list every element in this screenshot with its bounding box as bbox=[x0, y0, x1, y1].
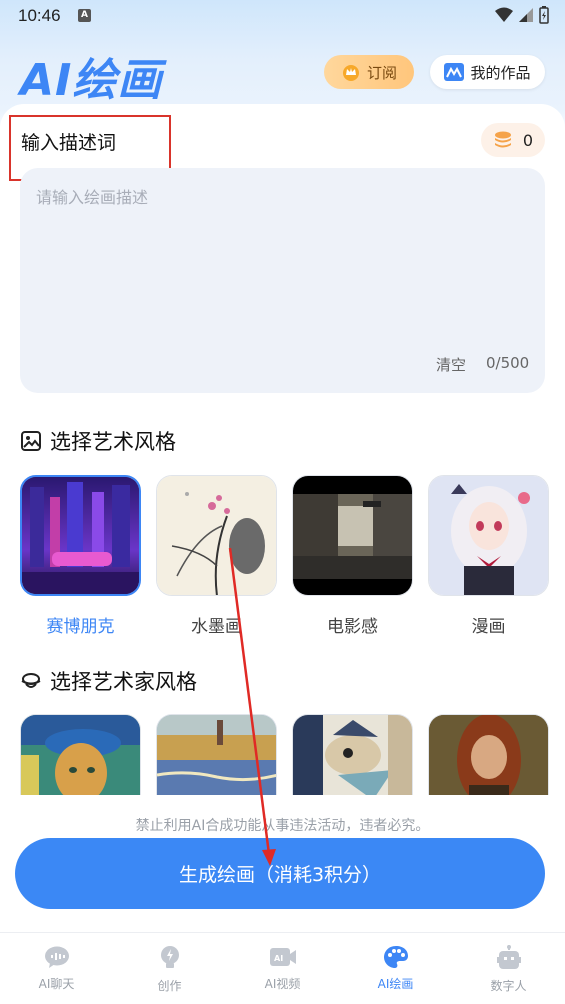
svg-text:AI: AI bbox=[274, 954, 283, 963]
prompt-box: 清空 0/500 bbox=[20, 168, 545, 393]
style-label: 电影感 bbox=[327, 617, 378, 637]
style-option-cyberpunk[interactable]: 赛博朋克 bbox=[20, 475, 141, 637]
app-logo: AI绘画 bbox=[20, 55, 163, 106]
lightbulb-icon bbox=[160, 946, 179, 968]
style-label: 水墨画 bbox=[191, 617, 242, 637]
credits-count: 0 bbox=[522, 130, 534, 150]
bottom-tab-bar: AI聊天 创作 AI AI视频 AI绘画 数字人 bbox=[0, 932, 565, 1004]
coin-stack-icon bbox=[494, 131, 511, 148]
artist-option-da-vinci[interactable] bbox=[428, 714, 549, 804]
artist-thumbnail bbox=[20, 714, 141, 804]
crown-icon bbox=[342, 65, 359, 81]
artist-style-list bbox=[20, 714, 549, 804]
artist-thumbnail bbox=[428, 714, 549, 804]
artist-style-title: 选择艺术家风格 bbox=[50, 670, 197, 694]
tab-create[interactable]: 创作 bbox=[113, 933, 226, 1004]
ink-painting-thumbnail bbox=[156, 475, 277, 596]
art-style-list: 赛博朋克 水墨画 电影感 漫画 bbox=[20, 475, 549, 637]
tab-ai-painting[interactable]: AI绘画 bbox=[339, 933, 452, 1004]
manga-thumbnail bbox=[428, 475, 549, 596]
generate-button[interactable]: 生成绘画（消耗3积分） bbox=[15, 838, 545, 909]
tab-label: AI聊天 bbox=[38, 977, 75, 991]
style-label: 赛博朋克 bbox=[46, 617, 115, 637]
artist-thumbnail bbox=[156, 714, 277, 804]
style-option-manga[interactable]: 漫画 bbox=[428, 475, 549, 637]
video-icon: AI bbox=[269, 948, 296, 966]
subscribe-label: 订阅 bbox=[366, 63, 397, 82]
style-label: 漫画 bbox=[471, 617, 506, 637]
wifi-icon bbox=[495, 7, 513, 22]
char-count: 0/500 bbox=[486, 354, 530, 372]
tab-label: 创作 bbox=[157, 979, 182, 993]
gallery-icon bbox=[444, 63, 465, 81]
robot-icon bbox=[496, 945, 521, 969]
artist-hat-icon bbox=[21, 673, 41, 688]
tab-digital-human[interactable]: 数字人 bbox=[452, 933, 565, 1004]
status-icons bbox=[495, 6, 549, 24]
image-icon bbox=[21, 431, 41, 451]
tab-label: AI绘画 bbox=[377, 977, 414, 991]
signal-icon bbox=[519, 8, 533, 22]
artist-thumbnail bbox=[292, 714, 413, 804]
artist-option-van-gogh[interactable] bbox=[20, 714, 141, 804]
status-bar: 10:46 A bbox=[0, 0, 565, 32]
artist-style-heading: 选择艺术家风格 bbox=[20, 666, 197, 696]
cyberpunk-thumbnail bbox=[20, 475, 141, 596]
style-option-ink[interactable]: 水墨画 bbox=[156, 475, 277, 637]
notification-badge-icon: A bbox=[78, 9, 91, 22]
tab-ai-chat[interactable]: AI聊天 bbox=[0, 933, 113, 1004]
prompt-input[interactable] bbox=[36, 184, 526, 344]
subscribe-button[interactable]: 订阅 bbox=[324, 55, 414, 89]
battery-icon bbox=[539, 6, 549, 24]
artist-option-picasso[interactable] bbox=[292, 714, 413, 804]
status-time: 10:46 bbox=[18, 6, 61, 25]
art-style-title: 选择艺术风格 bbox=[50, 430, 176, 454]
art-style-heading: 选择艺术风格 bbox=[20, 426, 176, 456]
tab-label: 数字人 bbox=[490, 979, 527, 993]
style-option-cinematic[interactable]: 电影感 bbox=[292, 475, 413, 637]
chat-bubble-icon bbox=[44, 946, 69, 968]
tab-ai-video[interactable]: AI AI视频 bbox=[226, 933, 339, 1004]
cinematic-thumbnail bbox=[292, 475, 413, 596]
clear-button[interactable]: 清空 bbox=[436, 354, 466, 375]
my-works-button[interactable]: 我的作品 bbox=[430, 55, 545, 89]
credits-pill[interactable]: 0 bbox=[481, 123, 545, 157]
palette-icon bbox=[383, 946, 408, 968]
disclaimer-text: 禁止利用AI合成功能从事违法活动，违者必究。 bbox=[135, 818, 430, 834]
tab-label: AI视频 bbox=[264, 977, 301, 991]
my-works-label: 我的作品 bbox=[470, 63, 531, 82]
artist-option-monet[interactable] bbox=[156, 714, 277, 804]
